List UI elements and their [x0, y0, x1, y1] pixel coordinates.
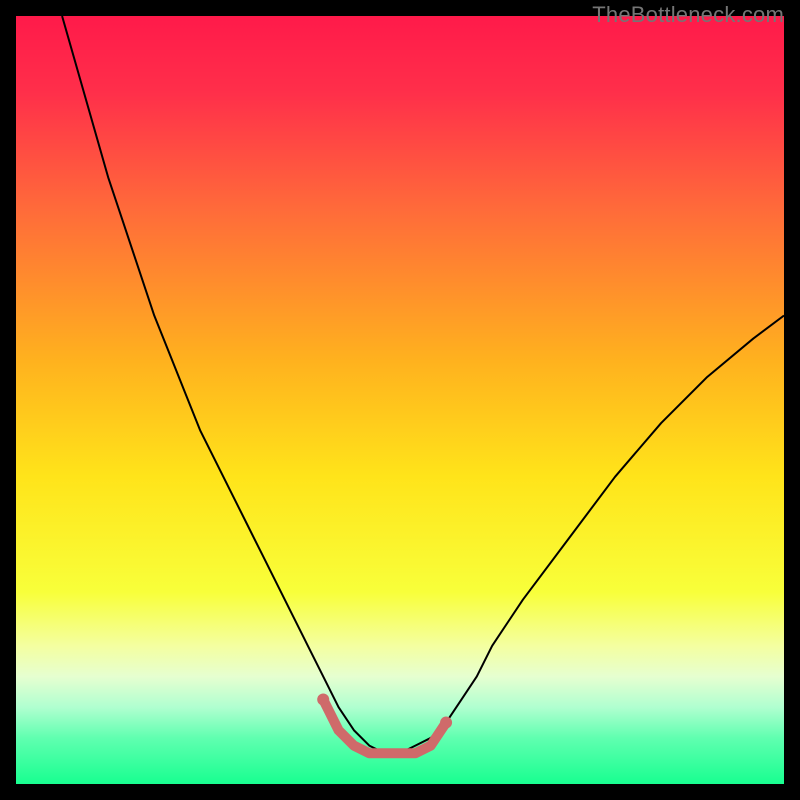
right-end-dot: [440, 717, 452, 729]
left-end-dot: [317, 694, 329, 706]
watermark-text: TheBottleneck.com: [592, 2, 784, 28]
gradient-background: [16, 16, 784, 784]
chart-svg: [16, 16, 784, 784]
plot-area: [16, 16, 784, 784]
chart-container: TheBottleneck.com: [0, 0, 800, 800]
